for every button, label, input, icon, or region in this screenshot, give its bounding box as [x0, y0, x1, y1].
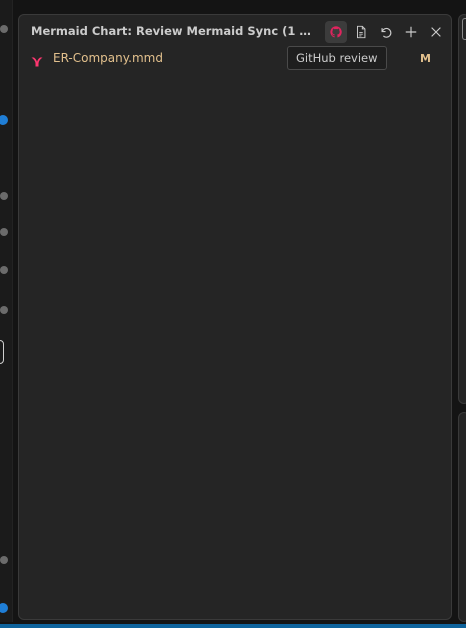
- activity-item-selected[interactable]: [0, 340, 4, 364]
- activity-item-icon[interactable]: [0, 25, 8, 33]
- activity-item-icon[interactable]: [0, 228, 8, 236]
- github-icon: [329, 25, 343, 39]
- file-list-item[interactable]: ER-Company.mmd M: [19, 49, 451, 69]
- activity-item-icon[interactable]: [0, 306, 8, 314]
- secondary-panel-tab[interactable]: [462, 18, 466, 40]
- panel-toolbar: [325, 21, 447, 43]
- secondary-panel-edge: [458, 14, 466, 404]
- undo-button[interactable]: [375, 21, 397, 43]
- activity-bar: [0, 0, 13, 622]
- review-panel: Mermaid Chart: Review Mermaid Sync (1 · …: [18, 14, 452, 620]
- file-name: ER-Company.mmd: [53, 51, 163, 65]
- add-button[interactable]: [400, 21, 422, 43]
- panel-title: Mermaid Chart: Review Mermaid Sync (1 · …: [31, 24, 313, 38]
- file-status-badge: M: [420, 52, 431, 65]
- github-review-button[interactable]: [325, 21, 347, 43]
- open-file-button[interactable]: [350, 21, 372, 43]
- activity-item-icon[interactable]: [0, 266, 8, 274]
- close-button[interactable]: [425, 21, 447, 43]
- settings-badge: [0, 603, 8, 613]
- file-icon: [354, 25, 368, 39]
- account-icon[interactable]: [0, 556, 8, 564]
- activity-item-icon[interactable]: [0, 192, 8, 200]
- undo-icon: [379, 25, 393, 39]
- panel-header: Mermaid Chart: Review Mermaid Sync (1 · …: [19, 15, 451, 49]
- notification-badge: [0, 115, 8, 125]
- status-bar: [0, 624, 466, 628]
- plus-icon: [404, 25, 418, 39]
- secondary-panel-edge-bottom: [458, 412, 466, 622]
- mermaid-icon: [31, 53, 43, 67]
- close-icon: [429, 25, 443, 39]
